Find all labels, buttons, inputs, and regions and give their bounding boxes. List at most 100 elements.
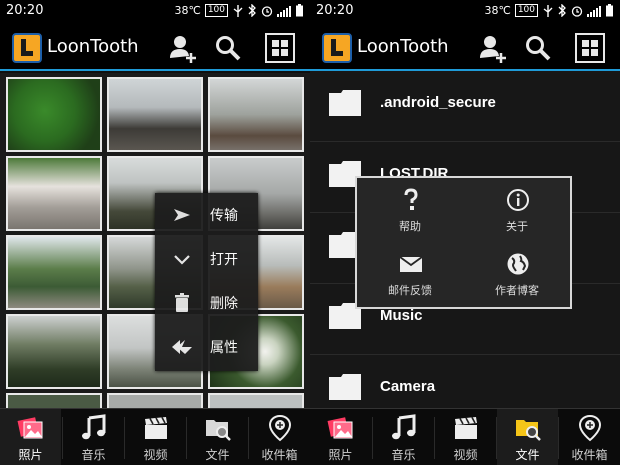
file-list: .android_secure LOST.DIR Music Camera 帮助 [310,71,620,426]
popup-item-label: 帮助 [399,220,421,233]
app-logo [12,33,42,63]
photo-thumbnail[interactable] [208,77,304,152]
file-row[interactable]: .android_secure [310,71,620,142]
battery-icon: 100 [514,4,538,17]
tab-inbox[interactable]: 收件箱 [249,409,310,465]
menu-item-properties[interactable]: 属性 [155,325,258,369]
chevron-down-icon [174,255,190,265]
tab-label: 视频 [143,448,168,462]
grid-menu-icon[interactable] [264,32,296,64]
info-icon [507,189,529,211]
folder-icon [329,90,361,116]
menu-item-label: 打开 [210,252,238,268]
photo-context-menu: 传输 打开 删除 属性 [155,193,258,371]
tab-label: 收件箱 [571,448,608,462]
photo-thumbnail[interactable] [6,156,102,231]
popup-item-help[interactable]: 帮助 [357,180,463,242]
popup-item-label: 作者博客 [495,284,539,297]
options-popup: 帮助 关于 邮件反馈 作者博客 [355,176,572,309]
photo-thumbnail[interactable] [6,77,102,152]
tab-video[interactable]: 视频 [125,409,186,465]
search-icon[interactable] [212,32,244,64]
search-icon[interactable] [522,32,554,64]
tab-label: 照片 [328,448,353,462]
battery-level-icon [296,4,303,17]
popup-item-author-blog[interactable]: 作者博客 [464,244,570,306]
tab-video[interactable]: 视频 [435,409,496,465]
action-bar: LoonTooth [310,24,620,71]
photo-thumbnail[interactable] [6,314,102,389]
alarm-icon [261,5,273,17]
properties-icon [172,340,192,354]
battery-icon: 100 [204,4,228,17]
action-bar: LoonTooth [0,24,310,71]
tab-label: 音乐 [81,448,106,462]
menu-item-label: 传输 [210,208,238,224]
usb-icon [233,4,243,17]
globe-icon [507,253,529,275]
grid-menu-icon[interactable] [574,32,606,64]
file-name: Music [380,307,423,324]
usb-icon [543,4,553,17]
right-pane: 20:20 38℃ 100 LoonTooth .android_secure … [310,0,620,465]
photo-thumbnail[interactable] [107,77,203,152]
video-icon [454,417,477,439]
battery-level-icon [606,4,613,17]
music-icon [81,414,105,440]
tab-label: 收件箱 [261,448,298,462]
send-icon [174,209,190,221]
bottom-tab-bar: 照片 音乐 视频 文件 收件箱 [310,408,620,465]
app-title: LoonTooth [357,36,449,57]
tab-photos[interactable]: 照片 [0,409,61,465]
music-icon [391,414,415,440]
app-title: LoonTooth [47,36,139,57]
popup-item-mail-feedback[interactable]: 邮件反馈 [357,244,463,306]
temperature-text: 38℃ [484,4,511,17]
photos-icon [17,417,42,439]
tab-files[interactable]: 文件 [497,409,558,465]
signal-icon [587,5,601,17]
menu-item-label: 属性 [210,340,238,356]
tab-music[interactable]: 音乐 [373,409,434,465]
add-user-icon[interactable] [166,32,198,64]
photos-icon [327,417,352,439]
tab-label: 音乐 [391,448,416,462]
menu-item-transfer[interactable]: 传输 [155,193,258,237]
bluetooth-icon [248,4,256,17]
popup-item-about[interactable]: 关于 [464,180,570,242]
tab-photos[interactable]: 照片 [310,409,371,465]
left-pane: 20:20 38℃ 100 LoonTooth 传输 打开 删除 属性 照片 音… [0,0,310,465]
file-name: .android_secure [380,94,496,111]
app-logo [322,33,352,63]
tab-inbox[interactable]: 收件箱 [559,409,620,465]
bluetooth-icon [558,4,566,17]
video-icon [144,417,167,439]
tab-files[interactable]: 文件 [187,409,248,465]
add-user-icon[interactable] [476,32,508,64]
photo-grid: 传输 打开 删除 属性 [0,73,310,410]
status-time: 20:20 [316,3,354,18]
help-icon [404,188,418,210]
tab-label: 文件 [515,448,540,462]
menu-item-label: 删除 [210,296,238,312]
status-bar: 20:20 38℃ 100 [0,0,310,24]
popup-item-label: 邮件反馈 [388,284,432,297]
tab-label: 文件 [205,448,230,462]
file-name: Camera [380,378,436,395]
trash-icon [175,293,189,312]
tab-music[interactable]: 音乐 [63,409,124,465]
status-bar: 20:20 38℃ 100 [310,0,620,24]
photo-thumbnail[interactable] [6,235,102,310]
inbox-icon [268,414,291,442]
popup-item-label: 关于 [506,220,528,233]
alarm-icon [571,5,583,17]
menu-item-open[interactable]: 打开 [155,237,258,281]
tab-label: 视频 [453,448,478,462]
bottom-tab-bar: 照片 音乐 视频 文件 收件箱 [0,408,310,465]
inbox-icon [578,414,601,442]
mail-icon [399,256,423,272]
tab-label: 照片 [18,448,43,462]
menu-item-delete[interactable]: 删除 [155,281,258,325]
files-icon [205,420,231,441]
signal-icon [277,5,291,17]
